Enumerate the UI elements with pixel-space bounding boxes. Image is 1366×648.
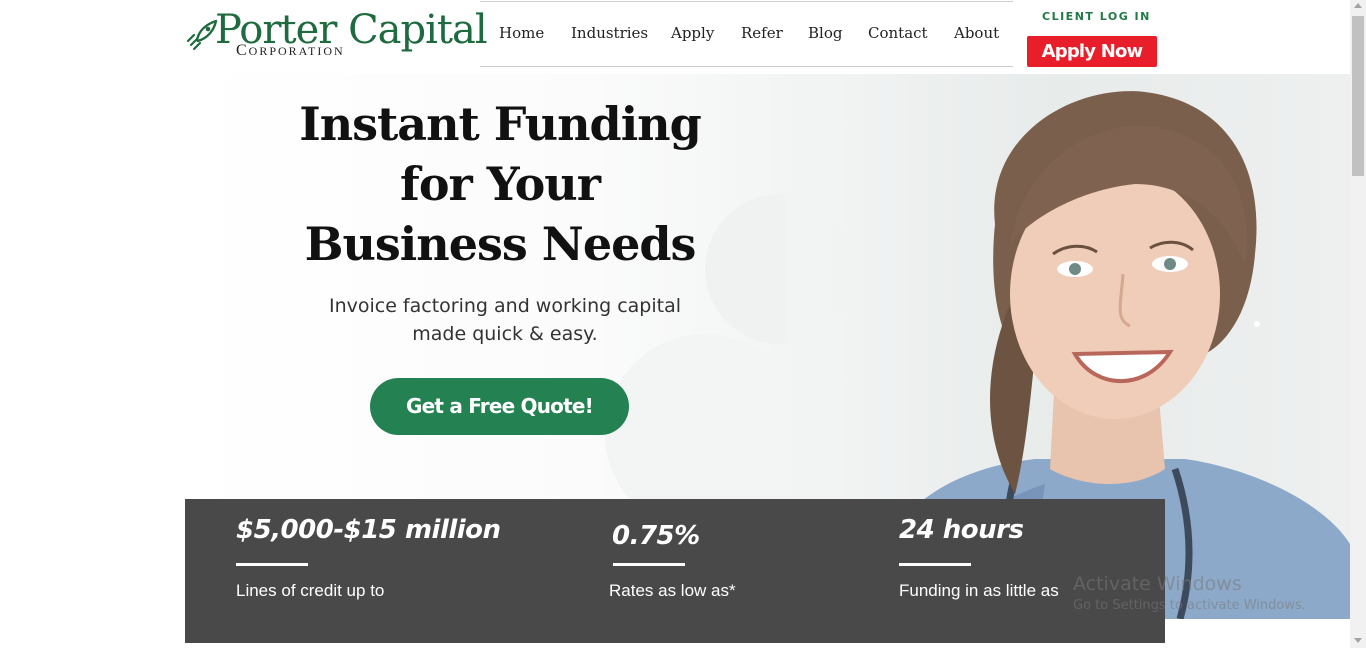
scroll-up-arrow-icon[interactable] [1354,3,1362,8]
main-nav: Home Industries Apply Refer Blog Contact… [480,1,1013,67]
client-login-link[interactable]: CLIENT LOG IN [1042,10,1151,23]
nav-contact[interactable]: Contact [868,24,928,42]
nav-apply[interactable]: Apply [671,24,714,42]
stat-divider [236,563,308,566]
nav-refer[interactable]: Refer [741,24,783,42]
scroll-thumb[interactable] [1352,16,1364,176]
hero-headline: Instant Funding for Your Business Needs [299,97,702,271]
nav-blog[interactable]: Blog [808,24,842,42]
stat-rate-value: 0.75% [612,521,700,551]
stat-divider [613,563,685,566]
nav-industries[interactable]: Industries [571,24,648,42]
logo[interactable]: Porter Capital CORPORATION [185,4,488,64]
stat-credit-label: Lines of credit up to [236,581,385,600]
stat-divider [899,563,971,566]
stat-funding-value: 24 hours [899,515,1024,545]
rocket-icon [186,19,218,51]
brand-subtitle: CORPORATION [236,42,345,59]
hero-tagline: Invoice factoring and working capital ma… [328,295,682,345]
activation-watermark-subtitle: Go to Settings to activate Windows. [1073,598,1306,613]
stats-bar: $5,000-$15 million Lines of credit up to… [185,499,1165,643]
stat-rate-label: Rates as low as* [609,581,736,600]
nav-home[interactable]: Home [499,24,544,42]
activation-watermark-title: Activate Windows [1073,573,1242,595]
page-scrollbar[interactable] [1350,0,1366,648]
scroll-down-arrow-icon[interactable] [1354,638,1362,643]
get-quote-button[interactable]: Get a Free Quote! [370,378,629,435]
nav-about[interactable]: About [954,24,999,42]
stat-credit-value: $5,000-$15 million [236,515,501,545]
apply-now-button[interactable]: Apply Now [1027,36,1157,67]
stat-funding-label: Funding in as little as [899,581,1059,600]
